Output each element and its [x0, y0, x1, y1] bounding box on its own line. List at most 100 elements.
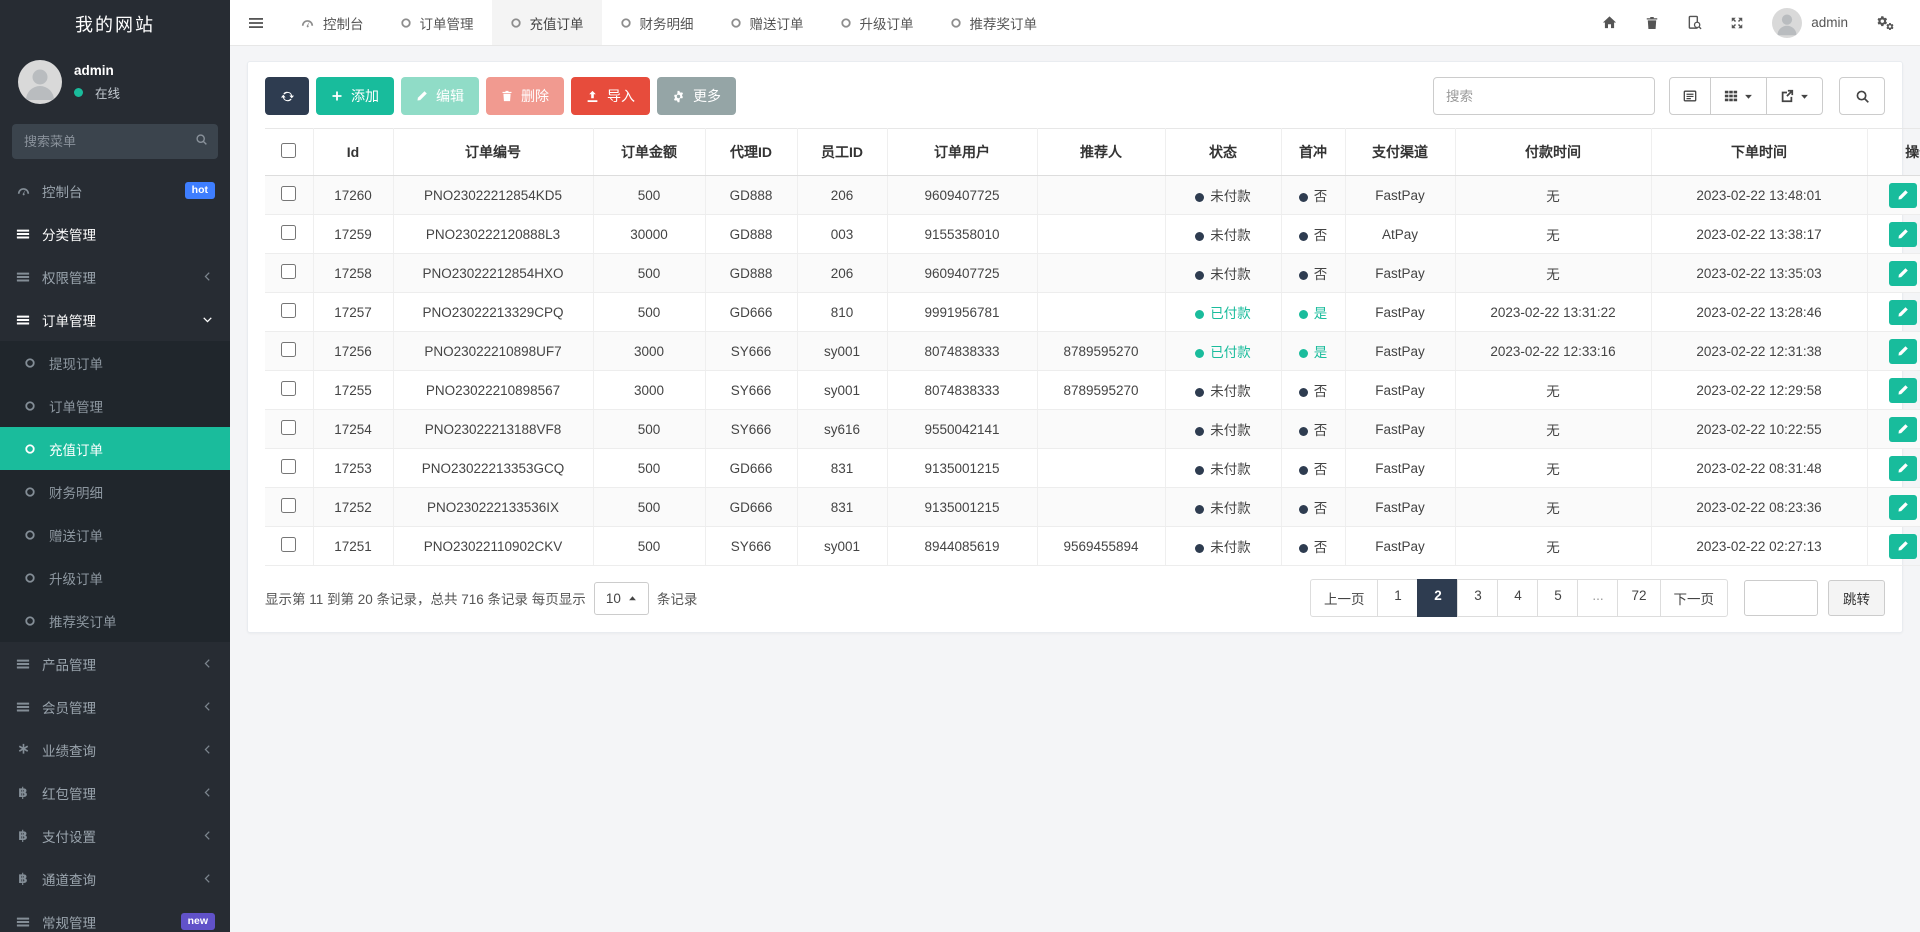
tab-dashboard[interactable]: 控制台 [282, 0, 382, 45]
cell-order-no: PNO23022213329CPQ [393, 293, 593, 332]
page-size-value: 10 [606, 591, 621, 606]
import-button[interactable]: 导入 [571, 77, 650, 115]
sidebar-item-performance-query[interactable]: 业绩查询 [0, 728, 230, 771]
row-edit-button[interactable] [1889, 378, 1917, 403]
more-button-label: 更多 [693, 86, 721, 106]
jump-page-input[interactable] [1744, 580, 1818, 616]
row-edit-button[interactable] [1889, 495, 1917, 520]
sidebar-item-label: 充值订单 [49, 439, 103, 459]
row-checkbox[interactable] [281, 420, 296, 435]
row-edit-button[interactable] [1889, 183, 1917, 208]
row-edit-button[interactable] [1889, 339, 1917, 364]
row-edit-button[interactable] [1889, 300, 1917, 325]
delete-button[interactable]: 删除 [486, 77, 564, 115]
pencil-icon [1897, 462, 1909, 474]
pagination-page-2[interactable]: 2 [1417, 579, 1458, 617]
table-footer: 显示第 11 到第 20 条记录，总共 716 条记录 每页显示 10 条记录 … [265, 579, 1885, 617]
circle-icon [22, 443, 38, 455]
menu-search-input[interactable] [12, 124, 218, 159]
gear-icon [672, 90, 685, 103]
sidebar-item-order-manage[interactable]: 订单管理 [0, 298, 230, 341]
sidebar-item-gift-orders[interactable]: 赠送订单 [0, 513, 230, 556]
columns-button[interactable] [1710, 77, 1767, 115]
sidebar-item-withdraw-orders[interactable]: 提现订单 [0, 341, 230, 384]
pagination-page-3[interactable]: 3 [1457, 579, 1498, 617]
table-row: 17259PNO230222120888L330000GD88800391553… [265, 215, 1920, 254]
tab-order-manage[interactable]: 订单管理 [382, 0, 492, 45]
pagination-page-1[interactable]: 1 [1377, 579, 1418, 617]
fullscreen-icon[interactable] [1730, 16, 1744, 30]
tab-gift-orders[interactable]: 赠送订单 [712, 0, 822, 45]
sidebar-item-payment-settings[interactable]: ฿支付设置 [0, 814, 230, 857]
sidebar-item-redpacket-manage[interactable]: ฿红包管理 [0, 771, 230, 814]
cell-order-user: 9135001215 [887, 449, 1037, 488]
row-checkbox[interactable] [281, 264, 296, 279]
more-button[interactable]: 更多 [657, 77, 736, 115]
page-size-select[interactable]: 10 [594, 582, 649, 615]
sidebar-item-upgrade-orders[interactable]: 升级订单 [0, 556, 230, 599]
sidebar-item-permission-manage[interactable]: 权限管理 [0, 255, 230, 298]
select-all-checkbox[interactable] [281, 143, 296, 158]
row-checkbox[interactable] [281, 342, 296, 357]
sidebar-item-dashboard[interactable]: 控制台hot [0, 169, 230, 212]
hamburger-icon[interactable] [230, 0, 282, 45]
row-checkbox[interactable] [281, 498, 296, 513]
pagination-prev[interactable]: 上一页 [1310, 579, 1379, 617]
search-button[interactable] [1839, 77, 1885, 115]
cell-first-charge: 否 [1281, 215, 1345, 254]
log-search-icon[interactable] [1687, 15, 1702, 30]
pagination-page-4[interactable]: 4 [1497, 579, 1538, 617]
tab-finance-detail[interactable]: 财务明细 [602, 0, 712, 45]
row-edit-button[interactable] [1889, 222, 1917, 247]
row-checkbox[interactable] [281, 459, 296, 474]
sidebar-item-order-manage-sub[interactable]: 订单管理 [0, 384, 230, 427]
home-icon[interactable] [1602, 15, 1617, 30]
cell-channel: FastPay [1345, 332, 1455, 371]
row-checkbox[interactable] [281, 381, 296, 396]
pagination-page-72[interactable]: 72 [1617, 579, 1660, 617]
sidebar-item-member-manage[interactable]: 会员管理 [0, 685, 230, 728]
row-edit-button[interactable] [1889, 534, 1917, 559]
detail-view-button[interactable] [1669, 77, 1711, 115]
tab-upgrade-orders[interactable]: 升级订单 [822, 0, 932, 45]
sidebar-item-channel-query[interactable]: ฿通道查询 [0, 857, 230, 900]
sidebar-item-referral-reward-orders[interactable]: 推荐奖订单 [0, 599, 230, 642]
sidebar-item-recharge-orders[interactable]: 充值订单 [0, 427, 230, 470]
table-search-input[interactable] [1433, 77, 1655, 115]
pencil-icon [1897, 384, 1909, 396]
cell-referrer [1037, 410, 1165, 449]
column-header: 订单金额 [593, 129, 705, 176]
export-button[interactable] [1766, 77, 1823, 115]
row-checkbox[interactable] [281, 186, 296, 201]
row-checkbox[interactable] [281, 537, 296, 552]
row-edit-button[interactable] [1889, 261, 1917, 286]
topnav-user[interactable]: admin [1772, 8, 1848, 38]
cell-staff-id: sy001 [797, 332, 887, 371]
column-header: 首冲 [1281, 129, 1345, 176]
add-button[interactable]: 添加 [316, 77, 394, 115]
pagination-ellipsis: ... [1577, 579, 1618, 617]
jump-button[interactable]: 跳转 [1828, 580, 1885, 616]
cell-order-user: 8074838333 [887, 332, 1037, 371]
pagination-next[interactable]: 下一页 [1660, 579, 1729, 617]
status-dot-icon [1195, 388, 1204, 397]
edit-button[interactable]: 编辑 [401, 77, 479, 115]
sidebar-item-category-manage[interactable]: 分类管理 [0, 212, 230, 255]
refresh-button[interactable] [265, 77, 309, 115]
trash-icon[interactable] [1645, 16, 1659, 30]
user-status-label: 在线 [95, 83, 120, 102]
cell-actions [1867, 293, 1920, 332]
sidebar-item-general-manage[interactable]: 常规管理new [0, 900, 230, 932]
row-checkbox[interactable] [281, 303, 296, 318]
sidebar-item-finance-detail[interactable]: 财务明细 [0, 470, 230, 513]
row-checkbox[interactable] [281, 225, 296, 240]
tab-recharge-orders[interactable]: 充值订单 [492, 0, 602, 45]
tab-referral-reward-orders[interactable]: 推荐奖订单 [932, 0, 1056, 45]
row-edit-button[interactable] [1889, 456, 1917, 481]
cell-first-charge-label: 否 [1314, 267, 1328, 282]
column-header: 代理ID [705, 129, 797, 176]
pagination-page-5[interactable]: 5 [1537, 579, 1578, 617]
settings-gears-icon[interactable] [1876, 15, 1894, 30]
row-edit-button[interactable] [1889, 417, 1917, 442]
sidebar-item-product-manage[interactable]: 产品管理 [0, 642, 230, 685]
